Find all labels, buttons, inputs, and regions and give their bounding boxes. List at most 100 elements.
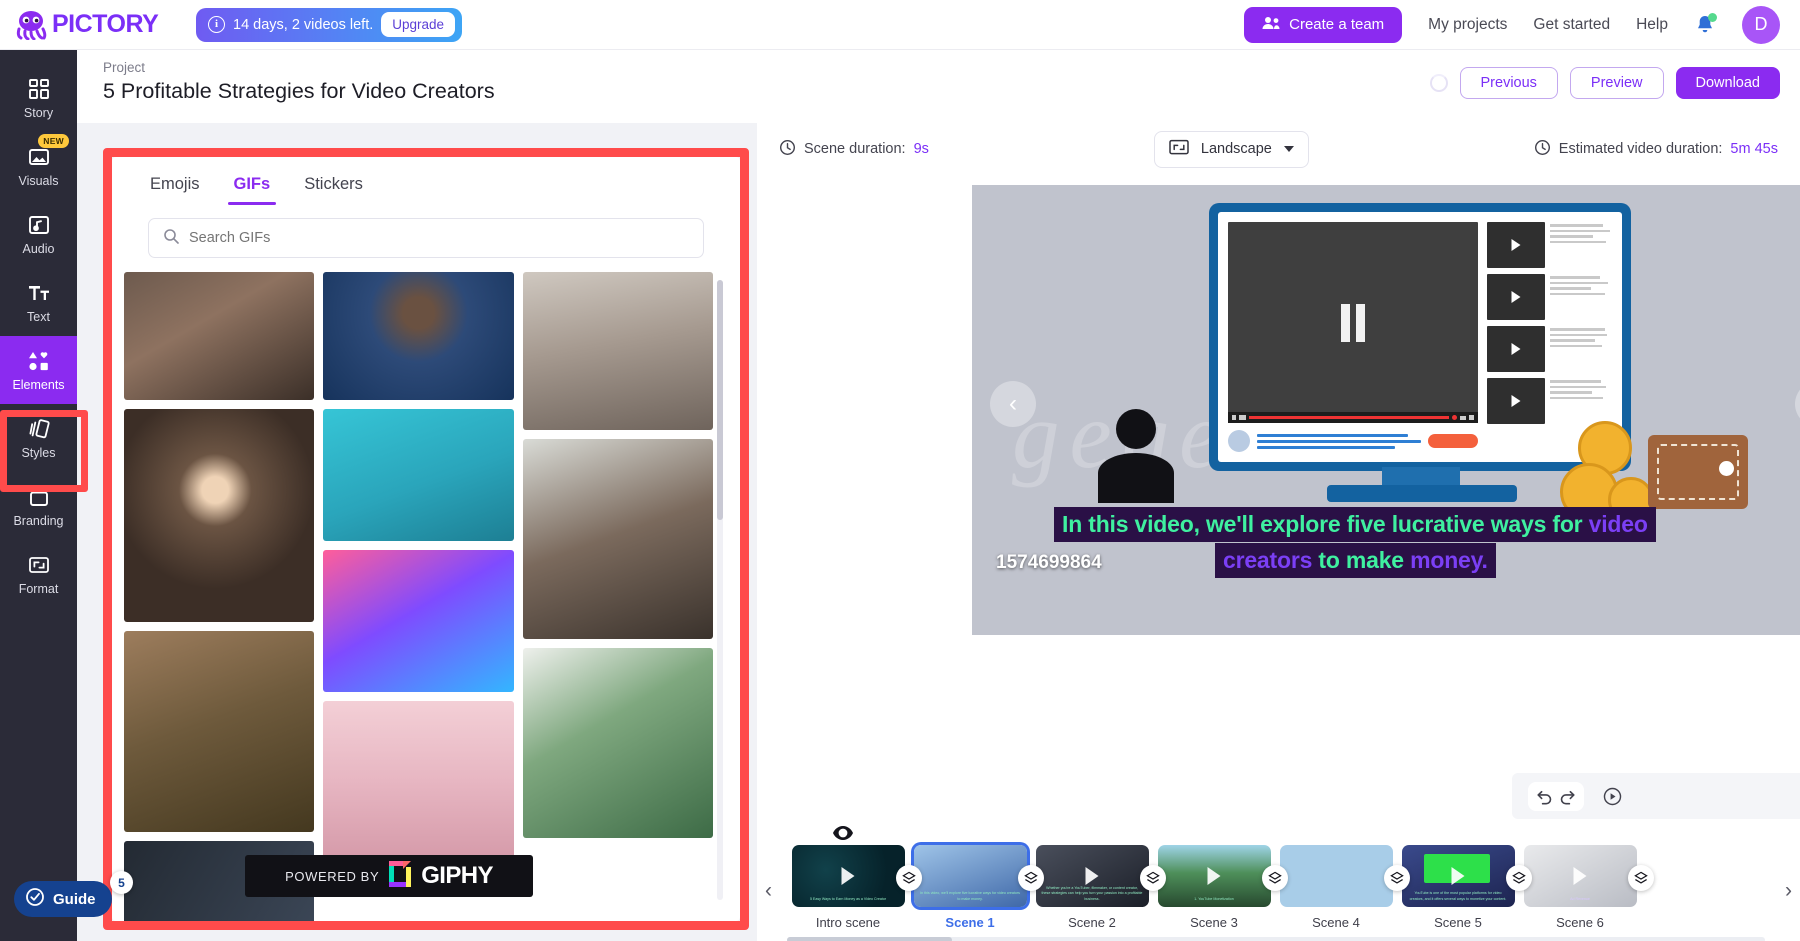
video-stage-area: + + gege	[757, 175, 1800, 675]
sidebar-item-label: Styles	[21, 446, 55, 460]
insert-transition-button[interactable]	[1140, 865, 1166, 891]
subtitle-line-1[interactable]: In this video, we'll explore five lucrat…	[1054, 507, 1656, 542]
giphy-brand: GIPHY	[421, 862, 493, 890]
strip-previous-arrow[interactable]: ‹	[765, 879, 772, 903]
scene-item-4[interactable]: Scene 4	[1275, 835, 1397, 930]
nav-get-started[interactable]: Get started	[1533, 16, 1610, 34]
insert-transition-button[interactable]	[1506, 865, 1532, 891]
video-canvas[interactable]: gege	[972, 185, 1800, 635]
monitor-base	[1327, 485, 1517, 502]
sidebar-item-elements[interactable]: Elements	[0, 336, 77, 404]
scene-duration-value: 9s	[914, 141, 929, 157]
brand-name: PICTORY	[52, 10, 158, 39]
subtitle-line-2[interactable]: creators to make money.	[1215, 543, 1496, 578]
gif-item[interactable]	[124, 631, 314, 832]
scene-thumbnail[interactable]: Whether you're a YouTuber, filmmaker, or…	[1036, 845, 1149, 907]
gif-item[interactable]	[523, 439, 713, 639]
previous-button[interactable]: Previous	[1460, 67, 1558, 99]
scene-thumbnail[interactable]: Ad Revenue	[1524, 845, 1637, 907]
scene-thumbnail[interactable]: YouTube is one of the most popular platf…	[1402, 845, 1515, 907]
preview-button[interactable]: Preview	[1570, 67, 1664, 99]
giphy-mark-icon	[389, 861, 411, 892]
scene-item-6[interactable]: Ad Revenue Scene 6	[1519, 835, 1641, 930]
guide-button[interactable]: Guide	[14, 881, 112, 917]
estimated-duration: Estimated video duration: 5m 45s	[1534, 139, 1778, 160]
top-header: PICTORY TM i 14 days, 2 videos left. Upg…	[0, 0, 1800, 50]
sidebar-item-visuals[interactable]: NEW Visuals	[0, 132, 77, 200]
stage-previous-arrow[interactable]: ‹	[990, 381, 1036, 427]
insert-transition-button[interactable]	[1384, 865, 1410, 891]
gif-item[interactable]	[323, 701, 513, 861]
brand-logo[interactable]: PICTORY TM	[14, 10, 174, 40]
stock-id-tag: 1574699864	[996, 552, 1102, 574]
scene-item-1[interactable]: In this video, we'll explore five lucrat…	[909, 835, 1031, 930]
scene-item-3[interactable]: 1. YouTube Monetization Scene 3	[1153, 835, 1275, 930]
gif-item[interactable]	[323, 272, 513, 400]
undo-icon[interactable]	[1535, 787, 1554, 806]
search-input[interactable]	[189, 230, 689, 246]
gif-item[interactable]	[523, 648, 713, 838]
play-icon[interactable]	[1602, 786, 1623, 807]
gif-item[interactable]	[323, 409, 513, 541]
workspace: Scene duration: 9s Landscape	[757, 123, 1800, 941]
upgrade-button[interactable]: Upgrade	[381, 12, 455, 37]
sidebar-item-story[interactable]: Story	[0, 64, 77, 132]
header-nav: Create a team My projects Get started He…	[1244, 6, 1800, 44]
sidebar-item-branding[interactable]: Branding	[0, 472, 77, 540]
sidebar-item-label: Visuals	[18, 174, 58, 188]
music-icon	[27, 213, 51, 237]
scene-item-intro[interactable]: 5 Easy Ways to Earn Money as a Video Cre…	[787, 835, 909, 930]
tab-stickers[interactable]: Stickers	[304, 175, 363, 205]
eye-icon[interactable]	[833, 826, 853, 845]
sidebar-item-text[interactable]: Text	[0, 268, 77, 336]
gif-item[interactable]	[124, 409, 314, 622]
insert-transition-button[interactable]	[1262, 865, 1288, 891]
gif-item[interactable]	[124, 272, 314, 400]
sidebar-item-styles[interactable]: Styles	[0, 404, 77, 472]
scene-thumbnail[interactable]: In this video, we'll explore five lucrat…	[914, 845, 1027, 907]
insert-transition-button[interactable]	[1628, 865, 1654, 891]
scene-thumbnail[interactable]	[1280, 845, 1393, 907]
scene-caption: 1. YouTube Monetization	[1164, 897, 1265, 902]
scene-caption: 5 Easy Ways to Earn Money as a Video Cre…	[798, 897, 899, 902]
info-icon: i	[208, 16, 225, 33]
project-header: Project 5 Profitable Strategies for Vide…	[77, 50, 1800, 123]
create-team-button[interactable]: Create a team	[1244, 7, 1402, 43]
briefcase-icon	[27, 485, 51, 509]
scene-caption: Whether you're a YouTuber, filmmaker, or…	[1042, 886, 1143, 902]
panel-tabs: Emojis GIFs Stickers	[112, 157, 740, 205]
project-actions: Previous Preview Download	[1430, 67, 1781, 99]
redo-icon[interactable]	[1558, 787, 1577, 806]
clock-icon	[779, 139, 796, 160]
tab-emojis[interactable]: Emojis	[150, 175, 200, 205]
notifications-bell-icon[interactable]	[1694, 14, 1716, 36]
tab-gifs[interactable]: GIFs	[234, 175, 271, 205]
gif-scrollbar-thumb[interactable]	[717, 280, 723, 520]
sidebar-item-audio[interactable]: Audio	[0, 200, 77, 268]
subtitle-line2-text: to make	[1312, 547, 1410, 573]
nav-help[interactable]: Help	[1636, 16, 1668, 34]
avatar[interactable]: D	[1742, 6, 1780, 44]
gif-item[interactable]	[323, 550, 513, 692]
sidebar-item-label: Branding	[13, 514, 63, 528]
estimated-duration-value: 5m 45s	[1730, 141, 1778, 157]
aspect-ratio-select[interactable]: Landscape	[1154, 131, 1309, 168]
scene-item-5[interactable]: YouTube is one of the most popular platf…	[1397, 835, 1519, 930]
nav-my-projects[interactable]: My projects	[1428, 16, 1507, 34]
insert-transition-button[interactable]	[1018, 865, 1044, 891]
strip-next-arrow[interactable]: ›	[1785, 879, 1792, 903]
play-icon	[1452, 867, 1465, 885]
undo-redo-group	[1528, 782, 1584, 811]
insert-transition-button[interactable]	[896, 865, 922, 891]
strip-scrollbar-thumb[interactable]	[787, 937, 952, 941]
sidebar-item-format[interactable]: Format	[0, 540, 77, 608]
scene-item-2[interactable]: Whether you're a YouTuber, filmmaker, or…	[1031, 835, 1153, 930]
scene-caption: YouTube is one of the most popular platf…	[1408, 891, 1509, 902]
landscape-icon	[1169, 139, 1189, 159]
scene-thumbnail[interactable]: 1. YouTube Monetization	[1158, 845, 1271, 907]
scene-thumbnail[interactable]: 5 Easy Ways to Earn Money as a Video Cre…	[792, 845, 905, 907]
estimated-duration-label: Estimated video duration:	[1559, 141, 1723, 157]
download-button[interactable]: Download	[1676, 67, 1781, 99]
search-gifs-box[interactable]	[148, 218, 704, 258]
gif-item[interactable]	[523, 272, 713, 430]
